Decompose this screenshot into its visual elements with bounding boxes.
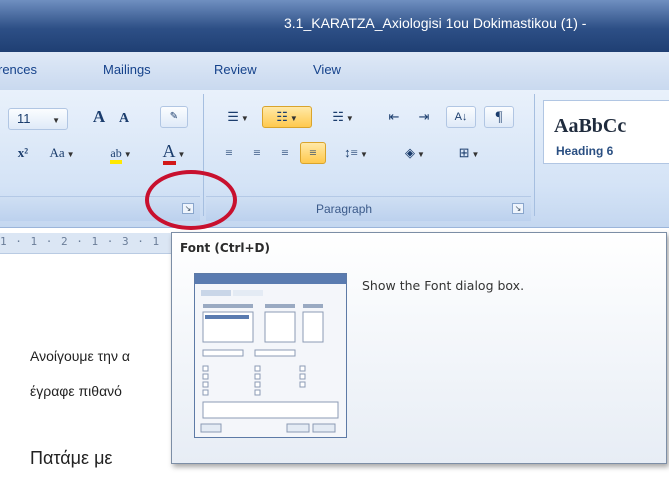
chevron-down-icon: ▼ bbox=[175, 150, 186, 159]
chevron-down-icon: ▼ bbox=[121, 150, 132, 159]
align-center-button[interactable]: ≡ bbox=[244, 142, 270, 164]
line-spacing-icon: ↕≡ bbox=[344, 145, 358, 160]
align-left-icon: ≡ bbox=[225, 145, 233, 160]
pilcrow-label: ¶ bbox=[495, 109, 503, 125]
border-icon: ⊞ bbox=[458, 145, 470, 160]
change-case-label: Aa bbox=[49, 145, 65, 160]
style-name: Heading 6 bbox=[556, 144, 614, 158]
tooltip-title: Font (Ctrl+D) bbox=[180, 241, 270, 255]
paragraph-dialog-launcher[interactable]: ↘ bbox=[512, 203, 524, 214]
decrease-indent-icon: ⇤ bbox=[388, 109, 400, 124]
horizontal-ruler[interactable]: 1 · 1 · 2 · 1 · 3 · 1 bbox=[0, 233, 180, 254]
window-title: 3.1_KARATZA_Axiologisi 1ou Dokimastikou … bbox=[284, 15, 587, 31]
bullets-icon: ☰ bbox=[227, 109, 239, 124]
align-center-icon: ≡ bbox=[253, 145, 261, 160]
title-bar: 3.1_KARATZA_Axiologisi 1ou Dokimastikou … bbox=[0, 0, 669, 52]
font-size-value: 11 bbox=[17, 111, 31, 126]
style-gallery-item[interactable]: AaBbCc Heading 6 bbox=[543, 100, 669, 164]
numbering-button[interactable]: ☷ ▼ bbox=[262, 106, 312, 128]
font-dialog-thumbnail bbox=[194, 273, 347, 438]
style-preview: AaBbCc bbox=[554, 115, 627, 137]
font-color-button[interactable]: A ▼ bbox=[150, 140, 198, 165]
chevron-down-icon: ▼ bbox=[415, 150, 425, 159]
font-color-label: A bbox=[162, 141, 176, 165]
tab-view[interactable]: View bbox=[313, 62, 341, 77]
group-separator bbox=[534, 94, 535, 216]
shrink-font-button[interactable]: A bbox=[112, 108, 136, 130]
multilevel-list-icon: ☵ bbox=[332, 109, 344, 124]
justify-button[interactable]: ≡ bbox=[300, 142, 326, 164]
increase-indent-icon: ⇥ bbox=[418, 109, 430, 124]
numbering-icon: ☷ bbox=[276, 109, 288, 124]
sort-button[interactable]: A↓ bbox=[446, 106, 476, 128]
superscript-label: x² bbox=[17, 145, 29, 160]
align-right-icon: ≡ bbox=[281, 145, 289, 160]
align-left-button[interactable]: ≡ bbox=[216, 142, 242, 164]
ribbon-tab-row: rences Mailings Review View bbox=[0, 52, 669, 90]
document-line: έγραφε πιθανό bbox=[30, 383, 122, 399]
chevron-down-icon: ▼ bbox=[64, 150, 75, 159]
paragraph-group-label: Paragraph bbox=[316, 202, 373, 216]
chevron-down-icon: ▼ bbox=[469, 150, 480, 159]
decrease-indent-button[interactable]: ⇤ bbox=[380, 106, 408, 128]
dialog-launcher-icon: ↘ bbox=[514, 204, 522, 213]
document-line: Ανοίγουμε την α bbox=[30, 348, 130, 364]
chevron-down-icon: ▼ bbox=[357, 150, 368, 159]
multilevel-list-button[interactable]: ☵ ▼ bbox=[318, 106, 368, 128]
chevron-down-icon: ▼ bbox=[238, 114, 249, 123]
borders-button[interactable]: ⊞ ▼ bbox=[444, 142, 494, 164]
highlight-label: ab bbox=[110, 146, 122, 164]
line-spacing-button[interactable]: ↕≡ ▼ bbox=[334, 142, 378, 164]
shading-button[interactable]: ◈ ▼ bbox=[390, 142, 440, 164]
bullets-button[interactable]: ☰ ▼ bbox=[216, 106, 260, 128]
chevron-down-icon: ▼ bbox=[287, 114, 298, 123]
ruler-marks: 1 · 1 · 2 · 1 · 3 · 1 bbox=[0, 235, 161, 248]
sort-label: A↓ bbox=[454, 111, 468, 123]
chevron-down-icon: ▼ bbox=[343, 114, 354, 123]
font-tooltip: Font (Ctrl+D) Show the Font dialog box. bbox=[171, 232, 667, 464]
clear-formatting-button[interactable]: ✎ bbox=[160, 106, 188, 128]
show-formatting-marks-button[interactable]: ¶ bbox=[484, 106, 514, 128]
paint-bucket-icon: ◈ bbox=[405, 145, 416, 160]
font-dialog-preview-image bbox=[195, 274, 346, 433]
highlight-color-button[interactable]: ab ▼ bbox=[96, 142, 146, 164]
superscript-button[interactable]: x² bbox=[8, 142, 38, 164]
tab-review[interactable]: Review bbox=[214, 62, 257, 77]
chevron-down-icon: ▼ bbox=[52, 116, 61, 125]
grow-font-label: A bbox=[92, 107, 106, 126]
grow-font-button[interactable]: A bbox=[86, 106, 112, 128]
tab-mailings[interactable]: Mailings bbox=[103, 62, 151, 77]
increase-indent-button[interactable]: ⇥ bbox=[410, 106, 438, 128]
document-line: Πατάμε με bbox=[30, 448, 113, 468]
eraser-icon: ✎ bbox=[169, 111, 179, 122]
annotation-circle bbox=[145, 170, 237, 230]
justify-icon: ≡ bbox=[309, 145, 317, 160]
change-case-button[interactable]: Aa ▼ bbox=[40, 142, 84, 164]
shrink-font-label: A bbox=[118, 111, 130, 126]
tooltip-description: Show the Font dialog box. bbox=[362, 278, 525, 293]
tab-references[interactable]: rences bbox=[0, 62, 37, 77]
font-size-combo[interactable]: 11 ▼ bbox=[8, 108, 68, 130]
align-right-button[interactable]: ≡ bbox=[272, 142, 298, 164]
